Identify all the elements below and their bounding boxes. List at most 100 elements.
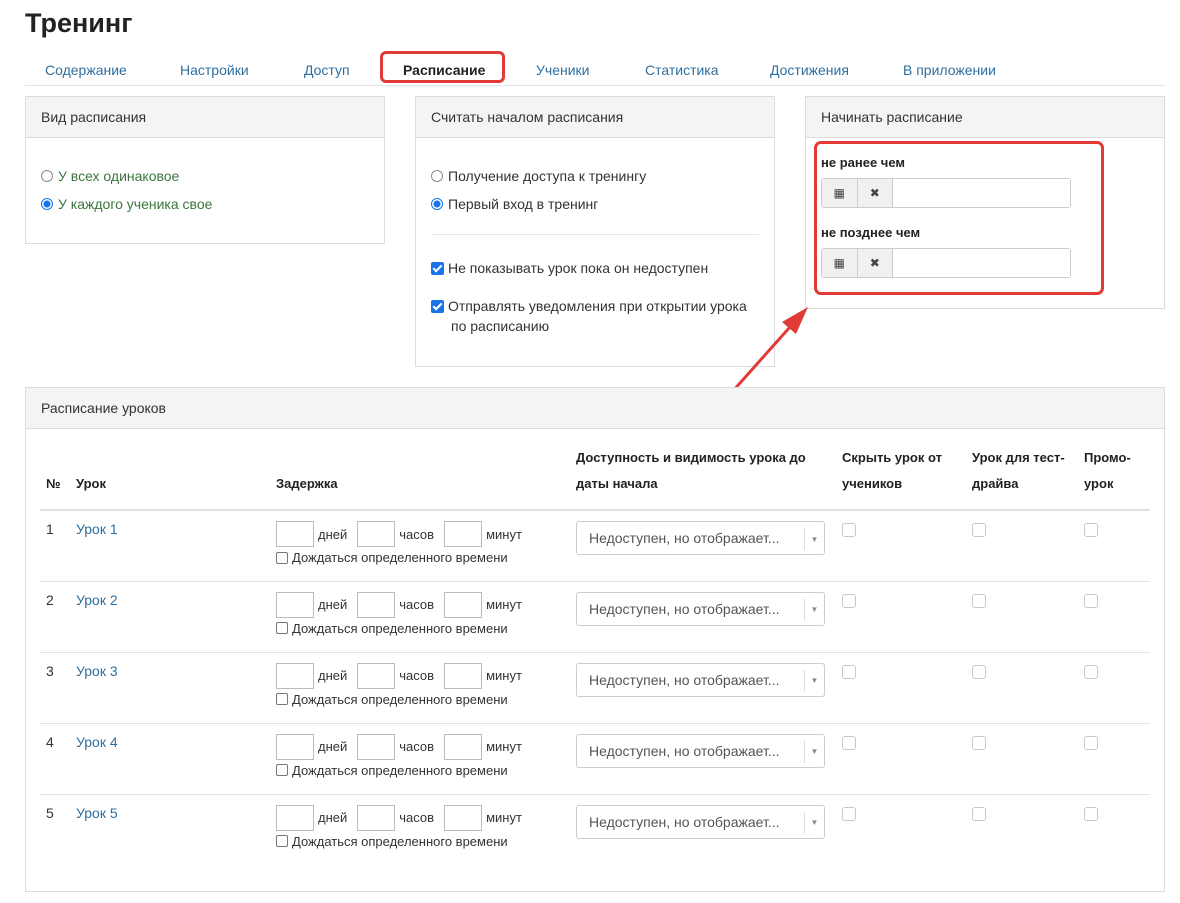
days-input[interactable] <box>276 733 314 760</box>
availability-select[interactable]: Недоступен, но отображает... ▼ <box>576 521 825 555</box>
panel-heading: Начинать расписание <box>806 97 1164 138</box>
days-input[interactable] <box>276 662 314 689</box>
tab-students[interactable]: Ученики <box>536 62 589 78</box>
lesson-link[interactable]: Урок 1 <box>76 521 118 537</box>
wait-checkbox[interactable] <box>276 835 288 847</box>
hours-input[interactable] <box>357 804 396 831</box>
checkbox-icon[interactable] <box>431 300 444 313</box>
dropdown-arrow-icon[interactable]: ▼ <box>804 528 824 550</box>
panel-heading: Расписание уроков <box>26 388 1164 429</box>
radio-icon[interactable] <box>41 170 53 182</box>
table-row: 4 Урок 4 дней часов минут Дождаться опре… <box>40 723 1150 795</box>
dropdown-arrow-icon[interactable]: ▼ <box>804 669 824 692</box>
wait-label: Дождаться определенного времени <box>292 833 508 849</box>
minutes-input[interactable] <box>444 521 483 547</box>
availability-select[interactable]: Недоступен, но отображает... ▼ <box>576 662 825 697</box>
col-test-drive: Урок для тест-драйва <box>966 445 1078 511</box>
hide-cell <box>836 581 966 653</box>
radio-first-login[interactable]: Первый вход в тренинг <box>431 196 598 212</box>
promo-checkbox[interactable] <box>1084 664 1098 679</box>
radio-same-for-all[interactable]: У всех одинаковое <box>41 168 179 184</box>
hide-checkbox[interactable] <box>842 664 856 679</box>
days-input[interactable] <box>276 591 314 618</box>
col-promo: Промо-урок <box>1078 445 1150 511</box>
lesson-name-cell: Урок 3 <box>70 652 270 724</box>
lesson-link[interactable]: Урок 2 <box>76 592 118 608</box>
minutes-label: минут <box>486 526 522 542</box>
days-label: дней <box>318 668 348 683</box>
days-input[interactable] <box>276 804 314 831</box>
dropdown-arrow-icon[interactable]: ▼ <box>804 740 824 763</box>
select-value: Недоступен, но отображает... <box>589 671 780 688</box>
wait-checkbox[interactable] <box>276 764 288 776</box>
col-hide: Скрыть урок от учеников <box>836 445 966 511</box>
hide-checkbox[interactable] <box>842 806 856 821</box>
wait-checkbox[interactable] <box>276 693 288 705</box>
hide-checkbox[interactable] <box>842 593 856 608</box>
radio-icon[interactable] <box>41 198 53 210</box>
delay-cell: дней часов минут Дождаться определенного… <box>270 723 570 795</box>
availability-select[interactable]: Недоступен, но отображает... ▼ <box>576 733 825 768</box>
availability-select[interactable]: Недоступен, но отображает... ▼ <box>576 804 825 839</box>
promo-checkbox[interactable] <box>1084 593 1098 608</box>
tab-access[interactable]: Доступ <box>304 62 350 78</box>
availability-select[interactable]: Недоступен, но отображает... ▼ <box>576 591 825 626</box>
dropdown-arrow-icon[interactable]: ▼ <box>804 811 824 834</box>
promo-checkbox[interactable] <box>1084 523 1098 537</box>
hours-input[interactable] <box>357 521 396 547</box>
wait-checkbox-row[interactable]: Дождаться определенного времени <box>276 621 566 636</box>
panel-heading: Вид расписания <box>26 97 384 138</box>
wait-checkbox[interactable] <box>276 622 288 634</box>
minutes-input[interactable] <box>444 804 483 831</box>
checkbox-hide-unavailable[interactable]: Не показывать урок пока он недоступен <box>431 258 708 278</box>
tab-statistics[interactable]: Статистика <box>645 62 719 78</box>
hours-input[interactable] <box>357 591 396 618</box>
test-drive-checkbox[interactable] <box>972 593 986 608</box>
delay-inputs: дней часов минут <box>276 591 566 618</box>
test-drive-checkbox[interactable] <box>972 523 986 537</box>
availability-cell: Недоступен, но отображает... ▼ <box>570 581 836 653</box>
wait-checkbox[interactable] <box>276 551 288 564</box>
tab-schedule[interactable]: Расписание <box>403 62 485 78</box>
tab-content[interactable]: Содержание <box>45 62 127 78</box>
minutes-input[interactable] <box>444 662 483 689</box>
checkbox-icon[interactable] <box>431 262 444 275</box>
tab-in-app[interactable]: В приложении <box>903 62 996 78</box>
lesson-link[interactable]: Урок 5 <box>76 805 118 821</box>
dropdown-arrow-icon[interactable]: ▼ <box>804 598 824 621</box>
wait-checkbox-row[interactable]: Дождаться определенного времени <box>276 550 566 565</box>
radio-individual[interactable]: У каждого ученика свое <box>41 196 212 212</box>
delay-inputs: дней часов минут <box>276 521 566 547</box>
lesson-link[interactable]: Урок 4 <box>76 734 118 750</box>
minutes-input[interactable] <box>444 733 483 760</box>
hours-input[interactable] <box>357 733 396 760</box>
promo-checkbox[interactable] <box>1084 806 1098 821</box>
hours-input[interactable] <box>357 662 396 689</box>
tab-settings[interactable]: Настройки <box>180 62 249 78</box>
wait-checkbox-row[interactable]: Дождаться определенного времени <box>276 692 566 707</box>
table-row: 3 Урок 3 дней часов минут Дождаться опре… <box>40 652 1150 724</box>
lesson-link[interactable]: Урок 3 <box>76 663 118 679</box>
radio-access-granted[interactable]: Получение доступа к тренингу <box>431 168 646 184</box>
wait-checkbox-row[interactable]: Дождаться определенного времени <box>276 834 566 849</box>
hours-label: часов <box>399 597 435 612</box>
tab-achievements[interactable]: Достижения <box>770 62 849 78</box>
test-drive-checkbox[interactable] <box>972 664 986 679</box>
hide-checkbox[interactable] <box>842 523 856 537</box>
select-value: Недоступен, но отображает... <box>589 813 780 830</box>
wait-checkbox-row[interactable]: Дождаться определенного времени <box>276 763 566 778</box>
radio-icon[interactable] <box>431 198 443 210</box>
test-drive-cell <box>966 652 1078 724</box>
hide-checkbox[interactable] <box>842 735 856 750</box>
test-drive-checkbox[interactable] <box>972 735 986 750</box>
delay-cell: дней часов минут Дождаться определенного… <box>270 510 570 582</box>
days-input[interactable] <box>276 521 314 547</box>
promo-checkbox[interactable] <box>1084 735 1098 750</box>
select-value: Недоступен, но отображает... <box>589 600 780 617</box>
minutes-input[interactable] <box>444 591 483 618</box>
test-drive-checkbox[interactable] <box>972 806 986 821</box>
checkbox-label: Не показывать урок пока он недоступен <box>448 260 709 276</box>
select-value: Недоступен, но отображает... <box>589 530 780 546</box>
availability-cell: Недоступен, но отображает... ▼ <box>570 794 836 865</box>
radio-icon[interactable] <box>431 170 443 182</box>
